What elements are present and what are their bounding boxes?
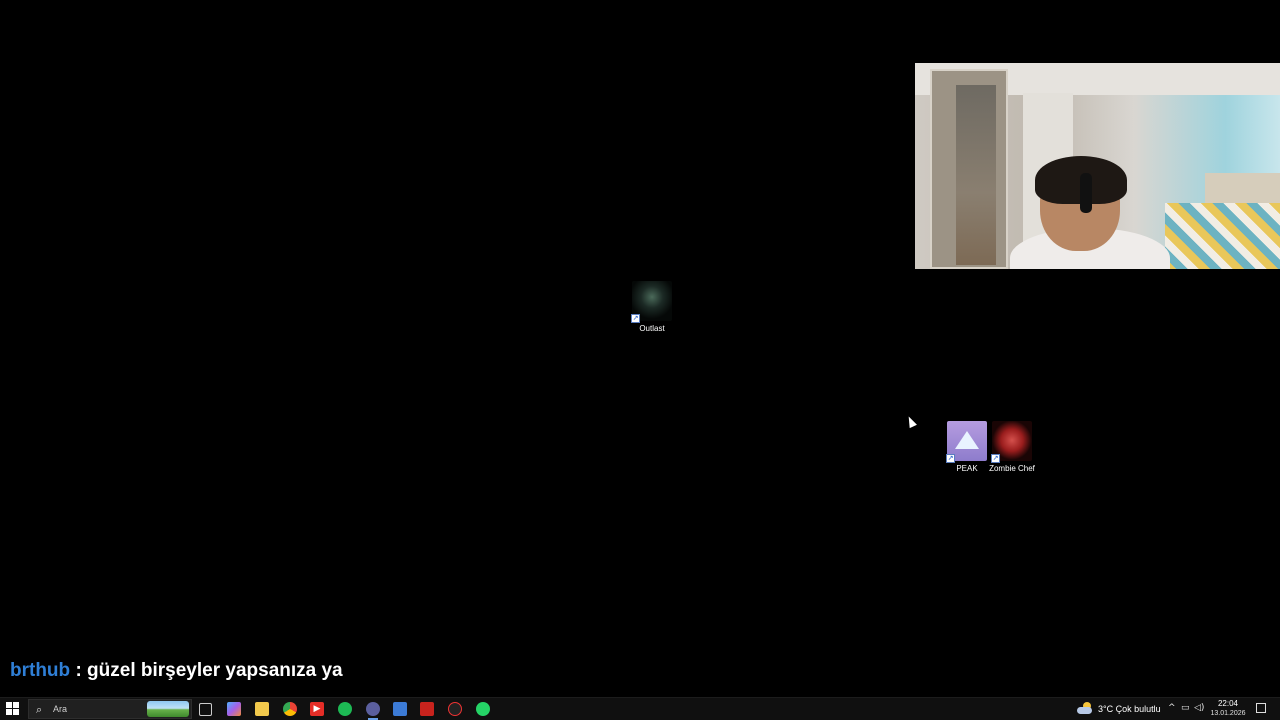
chat-separator: : [75, 660, 82, 681]
clock[interactable]: 22:04 13.01.2026 [1208, 699, 1248, 719]
shortcut-arrow-icon: ↗ [946, 454, 955, 463]
chat-username: brthub [10, 660, 71, 681]
desktop-icon-label: Zombie Chef [989, 464, 1035, 473]
chat-message-text: güzel birşeyler yapsanıza ya [87, 660, 343, 681]
mouse-cursor-icon [905, 414, 917, 429]
peak-game-icon: ↗ [946, 421, 987, 463]
shortcut-arrow-icon: ↗ [631, 314, 640, 323]
search-icon: ⌕ [36, 703, 43, 716]
copilot-icon[interactable] [227, 702, 241, 716]
folder-icon[interactable] [255, 702, 269, 716]
desktop-icon-outlast[interactable]: ↗ Outlast [624, 281, 680, 333]
weather-widget[interactable]: 3°C Çok bulutlu [1098, 704, 1161, 714]
red-app-icon[interactable] [420, 702, 434, 716]
task-view-icon[interactable] [199, 703, 212, 716]
desktop-icon-label: Outlast [639, 324, 665, 333]
weather-condition: Çok bulutlu [1115, 704, 1161, 714]
youtube-icon[interactable]: ▶ [310, 702, 324, 716]
volume-icon[interactable]: ◁) [1194, 703, 1204, 713]
settings-app-icon[interactable] [393, 702, 407, 716]
chrome-icon[interactable] [283, 702, 297, 716]
search-highlight-image [147, 701, 189, 717]
outlast-game-icon: ↗ [631, 281, 672, 323]
network-icon[interactable]: ▭ [1181, 703, 1190, 713]
chevron-up-icon[interactable]: ^ [1168, 703, 1176, 713]
clock-date: 13.01.2026 [1210, 710, 1246, 717]
recorder-icon[interactable] [448, 702, 462, 716]
weather-icon[interactable] [1077, 702, 1093, 714]
search-placeholder: Ara [53, 704, 68, 714]
clock-time: 22:04 [1217, 699, 1239, 708]
obs-icon[interactable] [366, 702, 380, 720]
zombie-chef-game-icon: ↗ [991, 421, 1032, 463]
search-box[interactable]: ⌕ Ara [28, 699, 192, 719]
weather-temp: 3°C [1098, 704, 1114, 714]
spotify-icon[interactable] [338, 702, 352, 716]
taskbar: ⌕ Ara ▶ 3°C Çok bulutlu ^ ▭ ◁) 22:04 13.… [0, 697, 1280, 720]
start-button[interactable] [6, 702, 20, 716]
whatsapp-icon[interactable] [476, 702, 490, 716]
chat-message-overlay: brthub : güzel birşeyler yapsanıza ya [10, 660, 343, 682]
desktop: ↗ Outlast ↗ PEAK ↗ Zombie Chef brthub : … [0, 0, 1280, 697]
desktop-icon-zombie-chef[interactable]: ↗ Zombie Chef [984, 421, 1040, 473]
notification-icon[interactable] [1256, 703, 1266, 713]
webcam-overlay [915, 63, 1280, 269]
shortcut-arrow-icon: ↗ [991, 454, 1000, 463]
